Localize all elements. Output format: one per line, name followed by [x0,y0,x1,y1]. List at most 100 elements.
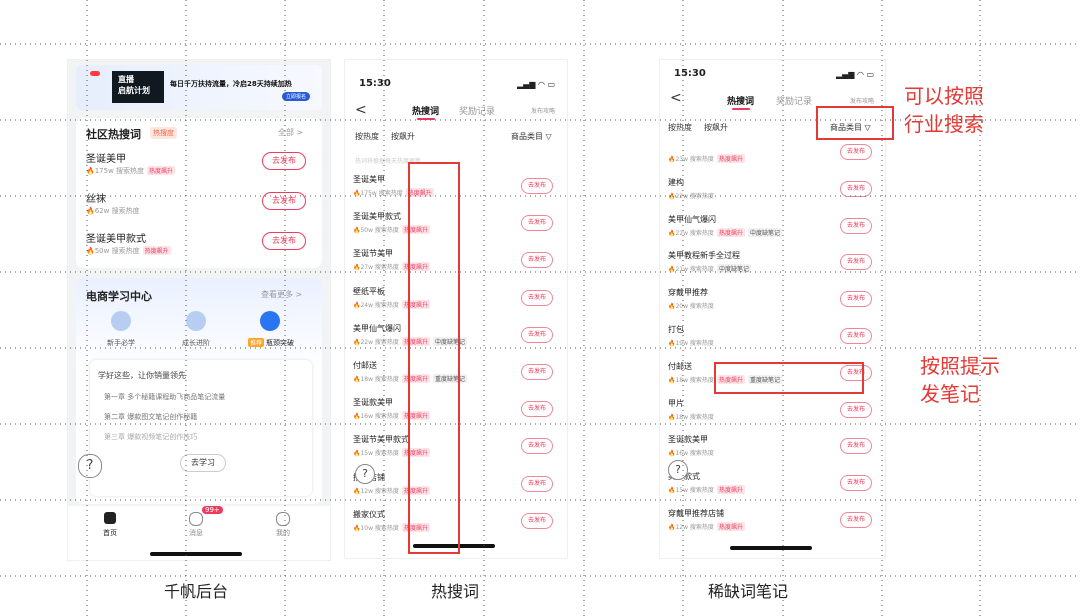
tab-guide[interactable]: 发布攻略 [531,106,555,115]
heat-value: 50w 搜索热度 [360,227,399,235]
tab-guide[interactable]: 发布攻略 [850,96,874,105]
publish-button[interactable]: 去发布 [521,326,553,343]
chapter-2[interactable]: 第二章 爆款图文笔记创作秘籍 [104,412,197,422]
filter-by-heat[interactable]: 按热度 [668,122,692,133]
keyword-heat: 🔥23w 搜索热度 热度飙升 [668,154,745,163]
category-filter[interactable]: 商品类目 ▽ [511,131,552,142]
section-tag: 热搜度 [150,127,177,139]
publish-button[interactable]: 去发布 [840,291,872,308]
message-icon[interactable] [189,512,203,526]
fire-icon: 🔥 [86,167,95,175]
publish-button[interactable]: 去发布 [262,192,306,210]
publish-button[interactable]: 去发布 [840,144,872,160]
chapter-panel: 学好这些，让你销量领先 第一章 多个秘籍课程助飞商品笔记流量 第二章 爆款图文笔… [90,360,312,496]
view-all-link[interactable]: 全部 > [278,127,303,138]
publish-button[interactable]: 去发布 [521,475,553,492]
publish-button[interactable]: 去发布 [840,475,872,492]
rising-tag: 热度飙升 [716,227,745,237]
help-icon[interactable]: ? [668,460,688,480]
banner-tag-icon [90,71,100,76]
heat-value: 22w 搜索热度 [360,338,399,346]
profile-icon[interactable] [276,512,290,526]
tab-rewards[interactable]: 奖励记录 [776,94,812,107]
status-time: 15:30 [359,78,391,89]
tab-home[interactable]: 首页 [90,528,130,538]
home-indicator [150,552,242,556]
heat-value: 175w 搜索热度 [94,167,145,175]
chapter-1[interactable]: 第一章 多个秘籍课程助飞商品笔记流量 [104,392,225,402]
heat-value: 19w 搜索热度 [675,340,714,347]
publish-button[interactable]: 去发布 [521,512,553,529]
beginner-book-icon[interactable] [111,311,131,331]
tab-breakthrough[interactable]: 推荐 瓶颈突破 [236,338,306,348]
publish-button[interactable]: 去发布 [840,328,872,344]
tab-beginner[interactable]: 新手必学 [96,338,146,348]
go-learn-button[interactable]: 去学习 [180,454,226,472]
publish-button[interactable]: 去发布 [840,401,872,418]
banner-signup-button[interactable]: 立即报名 [282,92,311,101]
hot-keyword: 美甲教程新手全过程 [668,251,740,261]
caption-scarce-notes: 稀缺词笔记 [707,582,788,601]
status-signal-icon: ▂▄▆ ◠ ▭ [517,80,556,89]
heat-value: 62w 搜索热度 [94,207,140,215]
back-icon[interactable]: < [355,102,367,118]
publish-button[interactable]: 去发布 [262,152,306,170]
hot-keyword: 甲片 [668,398,684,408]
community-hot-search-card: 社区热搜词 热搜度 全部 > 圣诞美甲 🔥175w 搜索热度 热度飙升 去发布 丝袜 🔥6… [76,118,322,268]
banner-title-line1: 直播 [118,75,134,84]
heat-value: 23w 搜索热度 [675,156,714,163]
tab-advance[interactable]: 成长进阶 [171,338,221,348]
hot-keyword: 圣诞美甲款式 [353,212,401,222]
publish-button[interactable]: 去发布 [840,180,872,197]
hot-keyword: 美甲仙气爆闪 [668,214,716,224]
home-icon[interactable] [104,512,116,524]
banner-message: 每日千万扶持流量，冷启28天持续加热 [170,80,292,88]
tab-profile[interactable]: 我的 [263,528,303,538]
hot-keyword: 壁纸平板 [353,286,385,296]
publish-button[interactable]: 去发布 [521,289,553,306]
view-more-link[interactable]: 查看更多 > [261,289,302,300]
heat-value: 24w 搜索热度 [360,301,399,309]
heat-value: 16w 搜索热度 [360,413,399,421]
breakthrough-chart-icon[interactable] [260,311,280,331]
publish-button[interactable]: 去发布 [840,438,872,455]
highlight-tags-column [408,162,460,554]
heat-value: 16w 搜索热度 [675,450,714,458]
help-icon[interactable]: ? [355,464,375,484]
rising-tag: 热度飙升 [716,485,745,495]
tab-message[interactable]: 消息 [176,528,216,538]
hot-keyword: 圣诞美甲 [353,175,385,184]
publish-button[interactable]: 去发布 [521,438,553,455]
keyword-heat: 🔥16w 搜索热度 [668,448,714,457]
publish-button[interactable]: 去发布 [521,178,553,194]
tab-underline [732,108,750,110]
keyword-heat: 🔥21w 搜索热度 中度缺笔记 [668,264,751,274]
fire-icon: 🔥 [86,247,95,255]
chapter-3[interactable]: 第三章 爆款视频笔记创作技巧 [104,432,197,442]
advance-bookmark-icon[interactable] [186,311,206,331]
help-icon[interactable]: ? [78,454,102,478]
publish-button[interactable]: 去发布 [840,512,872,528]
publish-button[interactable]: 去发布 [840,254,872,271]
publish-button[interactable]: 去发布 [521,252,553,269]
filter-by-rising[interactable]: 按飙升 [704,122,728,133]
highlight-scarce-tag [714,362,864,394]
annotation-industry-search: 可以按照 行业搜索 [904,84,984,136]
publish-button[interactable]: 去发布 [521,401,553,418]
live-banner[interactable]: 直播 启航计划 每日千万扶持流量，冷启28天持续加热 立即报名 [76,65,322,110]
keyword-heat: 🔥175w 搜索热度 热度飙升 [86,166,176,176]
tab-hot-search[interactable]: 热搜词 [727,94,754,107]
publish-button[interactable]: 去发布 [262,232,306,250]
keyword-heat: 🔥18w 搜索热度 [668,412,714,421]
filter-by-rising[interactable]: 按飙升 [391,131,415,142]
heat-value: 50w 搜索热度 [94,247,140,255]
publish-button[interactable]: 去发布 [840,217,872,234]
publish-button[interactable]: 去发布 [521,215,553,232]
tab-hot-search[interactable]: 热搜词 [412,104,439,117]
tab-rewards[interactable]: 奖励记录 [459,104,495,117]
back-icon[interactable]: < [670,90,682,106]
filter-by-heat[interactable]: 按热度 [355,131,379,142]
annotation-hint-notes: 按照提示 发笔记 [920,354,1000,406]
scarce-note-tag: 中度缺笔记 [747,227,782,237]
publish-button[interactable]: 去发布 [521,364,553,380]
